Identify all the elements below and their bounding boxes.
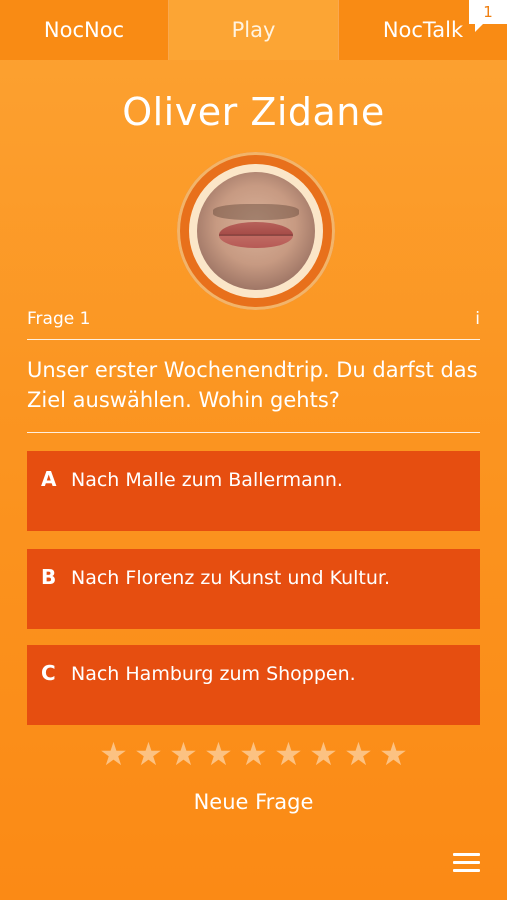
answer-text: Nach Malle zum Ballermann. bbox=[71, 469, 343, 491]
answer-c-button[interactable]: C Nach Hamburg zum Shoppen. bbox=[27, 645, 480, 725]
question-text: Unser erster Wochenendtrip. Du darfst da… bbox=[27, 358, 478, 412]
answer-letter: A bbox=[41, 467, 57, 491]
avatar-stubble bbox=[213, 204, 299, 220]
star-icon[interactable]: ★ bbox=[169, 738, 198, 770]
answer-text: Nach Florenz zu Kunst und Kultur. bbox=[71, 567, 391, 589]
avatar-photo bbox=[197, 172, 315, 290]
star-icon[interactable]: ★ bbox=[344, 738, 373, 770]
menu-bar bbox=[453, 861, 480, 864]
badge-tail bbox=[475, 24, 483, 32]
star-icon[interactable]: ★ bbox=[379, 738, 408, 770]
avatar-inner-ring bbox=[189, 164, 323, 298]
tab-nocnoc[interactable]: NocNoc bbox=[0, 0, 169, 60]
star-icon[interactable]: ★ bbox=[134, 738, 163, 770]
menu-bar bbox=[453, 853, 480, 856]
notification-badge: 1 bbox=[469, 0, 507, 24]
answer-text: Nach Hamburg zum Shoppen. bbox=[71, 663, 356, 685]
answer-b-button[interactable]: B Nach Florenz zu Kunst und Kultur. bbox=[27, 549, 480, 629]
hamburger-menu-icon[interactable] bbox=[453, 853, 480, 873]
info-icon[interactable]: i bbox=[475, 309, 480, 329]
tab-play[interactable]: Play bbox=[169, 0, 338, 60]
avatar-mouth bbox=[219, 222, 293, 248]
tab-noctalk[interactable]: NocTalk 1 bbox=[338, 0, 507, 60]
profile-name: Oliver Zidane bbox=[122, 90, 385, 134]
question-divider bbox=[27, 432, 480, 433]
star-icon[interactable]: ★ bbox=[204, 738, 233, 770]
star-rating: ★ ★ ★ ★ ★ ★ ★ ★ ★ bbox=[0, 738, 507, 770]
question-number: Frage 1 bbox=[27, 309, 91, 329]
answer-letter: B bbox=[41, 565, 57, 589]
star-icon[interactable]: ★ bbox=[239, 738, 268, 770]
tab-noctalk-label: NocTalk bbox=[382, 18, 464, 42]
answer-letter: C bbox=[41, 661, 56, 685]
star-icon[interactable]: ★ bbox=[99, 738, 128, 770]
star-icon[interactable]: ★ bbox=[309, 738, 338, 770]
answer-a-button[interactable]: A Nach Malle zum Ballermann. bbox=[27, 451, 480, 531]
question-header: Frage 1 i bbox=[27, 307, 480, 340]
avatar[interactable] bbox=[177, 152, 335, 310]
new-question-button[interactable]: Neue Frage bbox=[0, 790, 507, 814]
star-icon[interactable]: ★ bbox=[274, 738, 303, 770]
tab-bar: NocNoc Play NocTalk 1 bbox=[0, 0, 507, 60]
menu-bar bbox=[453, 869, 480, 872]
